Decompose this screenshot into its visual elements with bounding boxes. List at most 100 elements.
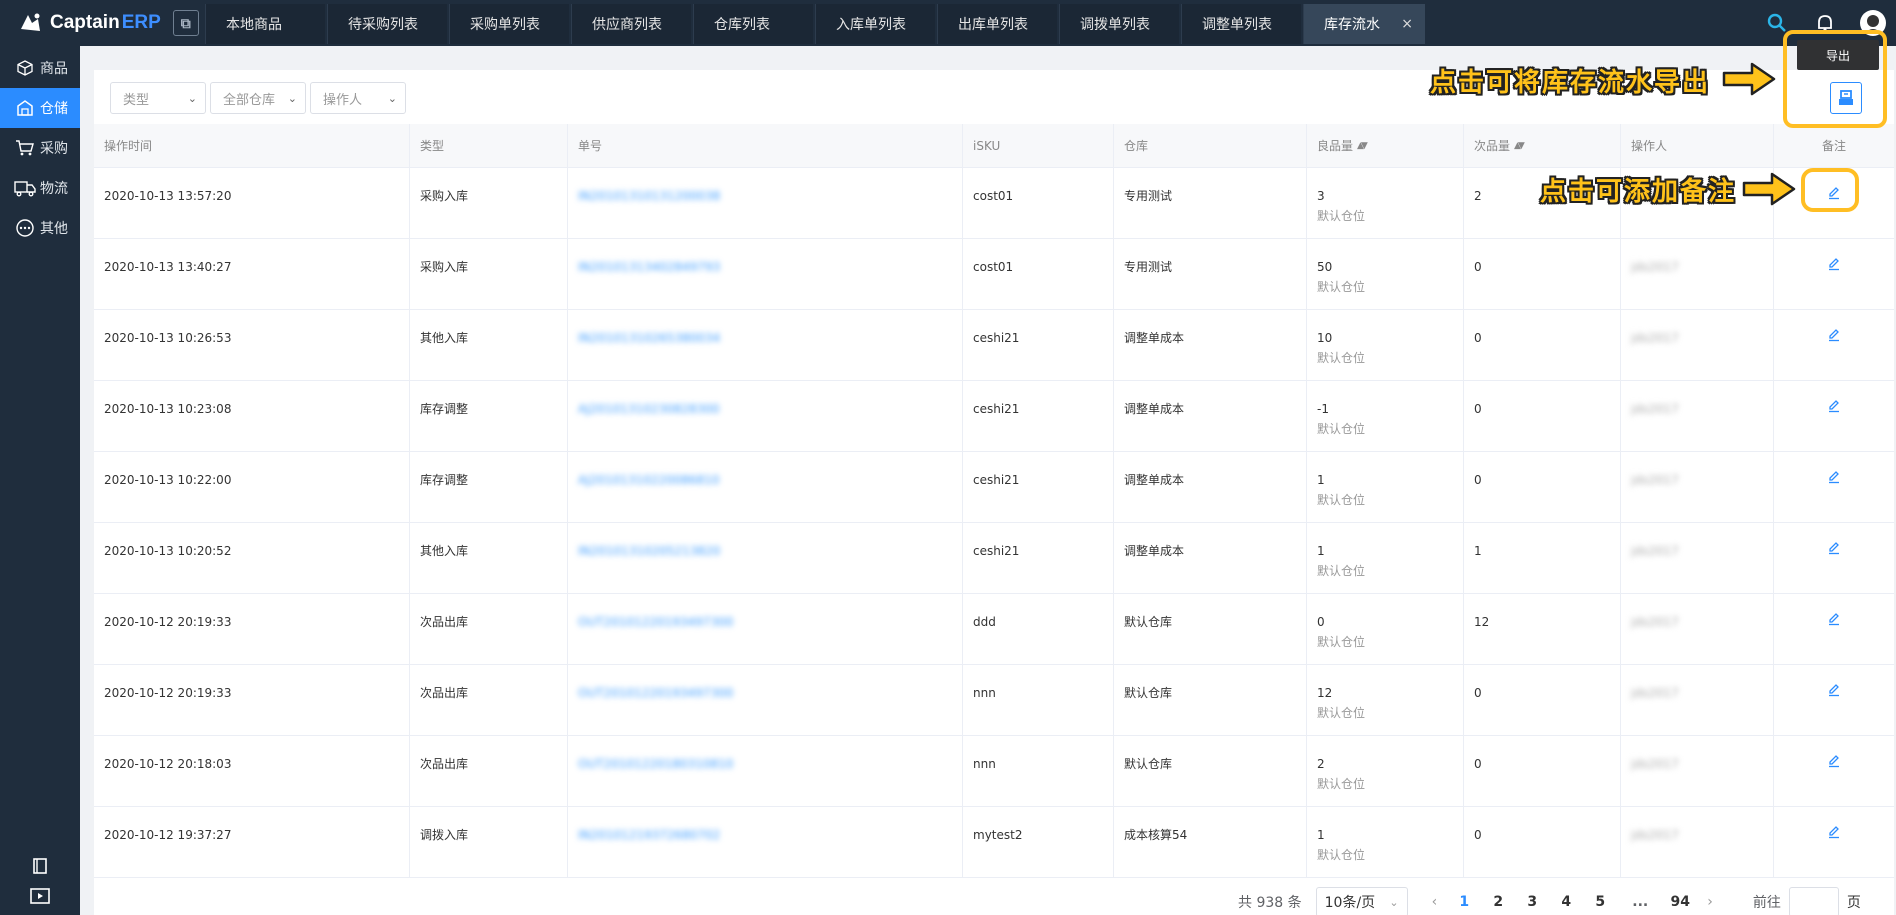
tab-5[interactable]: 入库单列表 bbox=[815, 4, 935, 44]
cell-operator: jds2017 bbox=[1621, 736, 1774, 806]
cell-operator-value: jds2017 bbox=[1631, 615, 1679, 629]
tab-4[interactable]: 仓库列表 bbox=[693, 4, 813, 44]
sidebar-item-0[interactable]: 商品 bbox=[0, 48, 80, 88]
cell-defect: 0 bbox=[1464, 239, 1621, 309]
cell-remark bbox=[1774, 807, 1894, 877]
tab-6[interactable]: 出库单列表 bbox=[937, 4, 1057, 44]
cell-warehouse: 成本核算54 bbox=[1114, 807, 1307, 877]
cell-good-value: 0 bbox=[1317, 615, 1325, 629]
goto-label: 前往 bbox=[1752, 895, 1781, 911]
cell-type-value: 库存调整 bbox=[420, 473, 469, 487]
filter-placeholder: 全部仓库 bbox=[223, 92, 276, 108]
cell-warehouse-value: 调整单成本 bbox=[1124, 331, 1185, 345]
video-icon[interactable] bbox=[0, 881, 80, 911]
page-2[interactable]: 2 bbox=[1481, 894, 1515, 910]
edit-remark-icon[interactable] bbox=[1825, 754, 1843, 772]
tab-7[interactable]: 调拨单列表 bbox=[1059, 4, 1179, 44]
tab-1[interactable]: 待采购列表 bbox=[327, 4, 447, 44]
edit-remark-icon[interactable] bbox=[1825, 612, 1843, 630]
tab-2[interactable]: 采购单列表 bbox=[449, 4, 569, 44]
sidebar-item-1[interactable]: 仓储 bbox=[0, 88, 80, 128]
cell-order-value[interactable]: AJ20101310220086810 bbox=[578, 473, 720, 487]
cell-warehouse: 默认仓库 bbox=[1114, 665, 1307, 735]
cell-defect-value: 0 bbox=[1474, 757, 1482, 771]
cell-operator: jds2017 bbox=[1621, 381, 1774, 451]
cell-sku: nnn bbox=[963, 736, 1114, 806]
prev-page-icon[interactable]: ‹ bbox=[1432, 894, 1438, 910]
cell-defect: 0 bbox=[1464, 310, 1621, 380]
edit-remark-icon[interactable] bbox=[1825, 328, 1843, 346]
cell-location: 默认仓位 bbox=[1317, 848, 1366, 862]
top-bar: Captain ERP ⧉ 本地商品 待采购列表 采购单列表 供应商列表 仓库列表 入库单列… bbox=[0, 0, 1896, 46]
cell-operator: jds2017 bbox=[1621, 594, 1774, 664]
cell-warehouse-value: 调整单成本 bbox=[1124, 402, 1185, 416]
edit-remark-icon[interactable] bbox=[1825, 541, 1843, 559]
page-size-select[interactable]: 10条/页 ⌄ bbox=[1315, 887, 1408, 915]
cell-operator: jds2017 bbox=[1621, 452, 1774, 522]
page-94[interactable]: 94 bbox=[1663, 894, 1697, 910]
window-toggle-icon[interactable]: ⧉ bbox=[172, 10, 199, 36]
next-page-icon[interactable]: › bbox=[1707, 894, 1713, 910]
goto-page-input[interactable] bbox=[1788, 887, 1839, 915]
sort-icon[interactable]: ▲▼ bbox=[1514, 141, 1525, 151]
tab-9[interactable]: 库存流水 × bbox=[1303, 4, 1425, 44]
filter-select-2[interactable]: 操作人 ⌄ bbox=[310, 82, 406, 114]
edit-remark-icon[interactable] bbox=[1825, 257, 1843, 275]
cell-operator-value: jds2017 bbox=[1631, 828, 1679, 842]
page-5[interactable]: 5 bbox=[1583, 894, 1617, 910]
sidebar-item-2[interactable]: 采购 bbox=[0, 128, 80, 168]
total-count: 共 938 条 bbox=[1238, 895, 1302, 911]
column-header-5[interactable]: 良品量 ▲▼ bbox=[1307, 124, 1464, 167]
cell-order-value[interactable]: OUT20101220180310810 bbox=[578, 757, 733, 771]
cell-order-value[interactable]: IN20101310265380034 bbox=[578, 331, 720, 345]
cart-icon bbox=[14, 137, 36, 159]
cell-remark bbox=[1774, 523, 1894, 593]
cell-order: OUT20101220180310810 bbox=[568, 736, 963, 806]
cell-order-value[interactable]: OUT20101220193497300 bbox=[578, 686, 733, 700]
cell-order-value[interactable]: IN20101310205213820 bbox=[578, 544, 720, 558]
cell-operator-value: jds2017 bbox=[1631, 473, 1679, 487]
page-4[interactable]: 4 bbox=[1549, 894, 1583, 910]
cube-icon bbox=[14, 57, 36, 79]
cell-location: 默认仓位 bbox=[1317, 564, 1366, 578]
close-icon[interactable]: × bbox=[1401, 16, 1413, 32]
filter-select-0[interactable]: 类型 ⌄ bbox=[110, 82, 206, 114]
column-header-label: 仓库 bbox=[1124, 139, 1149, 153]
book-icon[interactable] bbox=[0, 851, 80, 881]
arrow-right-icon bbox=[1742, 172, 1796, 206]
cell-sku-value: ddd bbox=[973, 615, 996, 629]
brand-logo[interactable]: Captain ERP ⧉ bbox=[0, 0, 205, 46]
cell-order-value[interactable]: AJ20101310230828300 bbox=[578, 402, 720, 416]
sidebar-item-3[interactable]: 物流 bbox=[0, 168, 80, 208]
tab-3[interactable]: 供应商列表 bbox=[571, 4, 691, 44]
page-1[interactable]: 1 bbox=[1447, 894, 1481, 910]
tab-label: 供应商列表 bbox=[592, 17, 662, 33]
cell-sku: cost01 bbox=[963, 168, 1114, 238]
cell-sku-value: mytest2 bbox=[973, 828, 1023, 842]
table-row: 2020-10-13 10:22:00 库存调整 AJ201013102200868… bbox=[94, 452, 1894, 523]
truck-icon bbox=[14, 177, 36, 199]
cell-order-value[interactable]: OUT20101220193497300 bbox=[578, 615, 733, 629]
filter-select-1[interactable]: 全部仓库 ⌄ bbox=[210, 82, 306, 114]
tab-8[interactable]: 调整单列表 bbox=[1181, 4, 1301, 44]
edit-remark-icon[interactable] bbox=[1825, 470, 1843, 488]
edit-remark-icon[interactable] bbox=[1825, 683, 1843, 701]
tab-0[interactable]: 本地商品 bbox=[205, 4, 325, 44]
table-row: 2020-10-13 10:26:53 其他入库 IN201013102653800… bbox=[94, 310, 1894, 381]
cell-remark bbox=[1774, 239, 1894, 309]
cell-operator-value: jds2017 bbox=[1631, 544, 1679, 558]
cell-order-value[interactable]: IN20101313402849793 bbox=[578, 260, 720, 274]
cell-sku: mytest2 bbox=[963, 807, 1114, 877]
edit-remark-icon[interactable] bbox=[1825, 825, 1843, 843]
cell-good-value: 2 bbox=[1317, 757, 1325, 771]
cell-order-value[interactable]: IN20101310131200038 bbox=[578, 189, 720, 203]
edit-remark-icon[interactable] bbox=[1825, 399, 1843, 417]
cell-order-value[interactable]: IN20101219372680702 bbox=[578, 828, 720, 842]
column-header-6[interactable]: 次品量 ▲▼ bbox=[1464, 124, 1621, 167]
column-header-4: 仓库 bbox=[1114, 124, 1307, 167]
sort-icon[interactable]: ▲▼ bbox=[1357, 141, 1368, 151]
tab-label: 仓库列表 bbox=[714, 17, 770, 33]
sidebar-item-4[interactable]: 其他 bbox=[0, 208, 80, 248]
cell-time-value: 2020-10-13 13:40:27 bbox=[104, 260, 232, 274]
page-3[interactable]: 3 bbox=[1515, 894, 1549, 910]
